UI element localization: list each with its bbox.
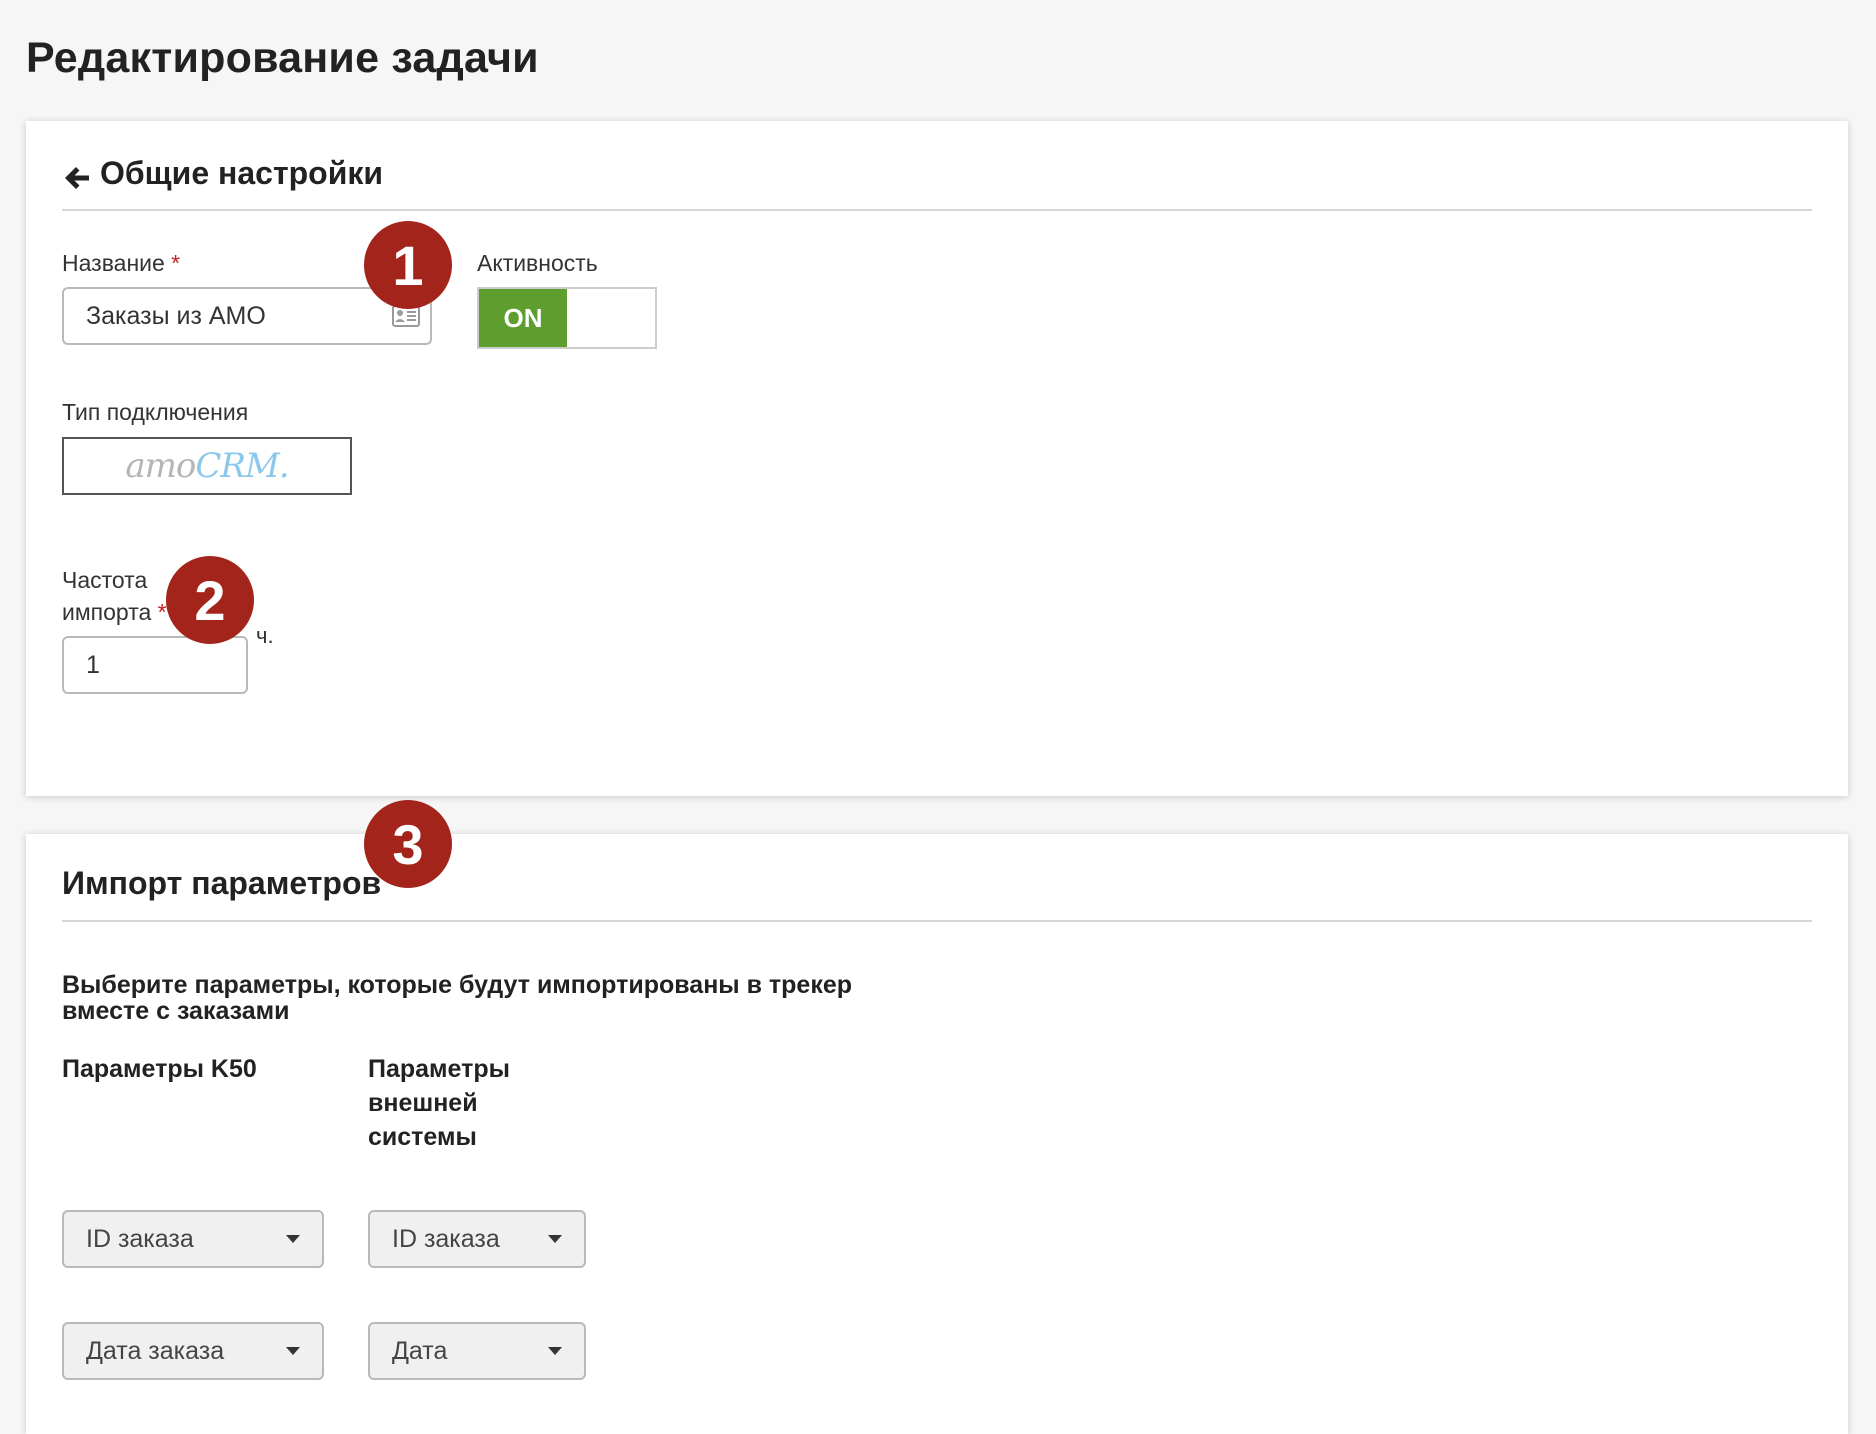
annotation-badge-1: 1 — [364, 221, 452, 309]
external-param-select[interactable]: ID заказа — [368, 1210, 586, 1268]
frequency-label-text: импорта — [62, 599, 152, 625]
k50-param-select[interactable]: ID заказа — [62, 1210, 324, 1268]
section-title-general: Общие настройки — [100, 155, 384, 191]
selected-value: ID заказа — [392, 1224, 500, 1253]
connection-type-selector[interactable]: amoCRM. — [62, 437, 352, 495]
frequency-label-line1: Частота — [62, 567, 148, 593]
selected-value: Дата — [392, 1336, 448, 1365]
import-description: Выберите параметры, которые будут импорт… — [62, 971, 853, 1025]
section-divider — [62, 209, 1812, 211]
section-divider — [62, 920, 1812, 922]
frequency-input[interactable] — [62, 636, 248, 694]
annotation-badge-3: 3 — [364, 800, 452, 888]
activity-toggle[interactable]: ON — [477, 287, 657, 349]
frequency-unit: ч. — [256, 623, 274, 648]
amocrm-logo: amoCRM. — [125, 446, 289, 486]
section-title-import: Импорт параметров — [62, 865, 382, 901]
caret-down-icon — [286, 1235, 300, 1243]
caret-down-icon — [286, 1347, 300, 1355]
annotation-badge-2: 2 — [166, 556, 254, 644]
frequency-label-line2: импорта * — [62, 596, 167, 628]
name-field-label: Название * — [62, 247, 180, 279]
connection-type-label: Тип подключения — [62, 399, 249, 425]
column-header-external: Параметры внешней системы — [368, 1055, 510, 1151]
general-settings-card: Общие настройки Название * Активность ON… — [26, 121, 1848, 796]
column-header-k50: Параметры K50 — [62, 1055, 257, 1083]
external-param-select[interactable]: Дата — [368, 1322, 586, 1380]
import-params-card: Импорт параметров Выберите параметры, ко… — [26, 834, 1848, 1434]
caret-down-icon — [548, 1235, 562, 1243]
caret-down-icon — [548, 1347, 562, 1355]
required-mark: * — [171, 250, 181, 276]
selected-value: Дата заказа — [86, 1336, 225, 1365]
name-label-text: Название — [62, 250, 165, 276]
arrow-left-icon[interactable] — [62, 163, 92, 193]
page-title: Редактирование задачи — [26, 34, 539, 82]
toggle-on-state: ON — [479, 289, 567, 347]
k50-param-select[interactable]: Дата заказа — [62, 1322, 324, 1380]
selected-value: ID заказа — [86, 1224, 194, 1253]
activity-label: Активность — [477, 250, 598, 276]
